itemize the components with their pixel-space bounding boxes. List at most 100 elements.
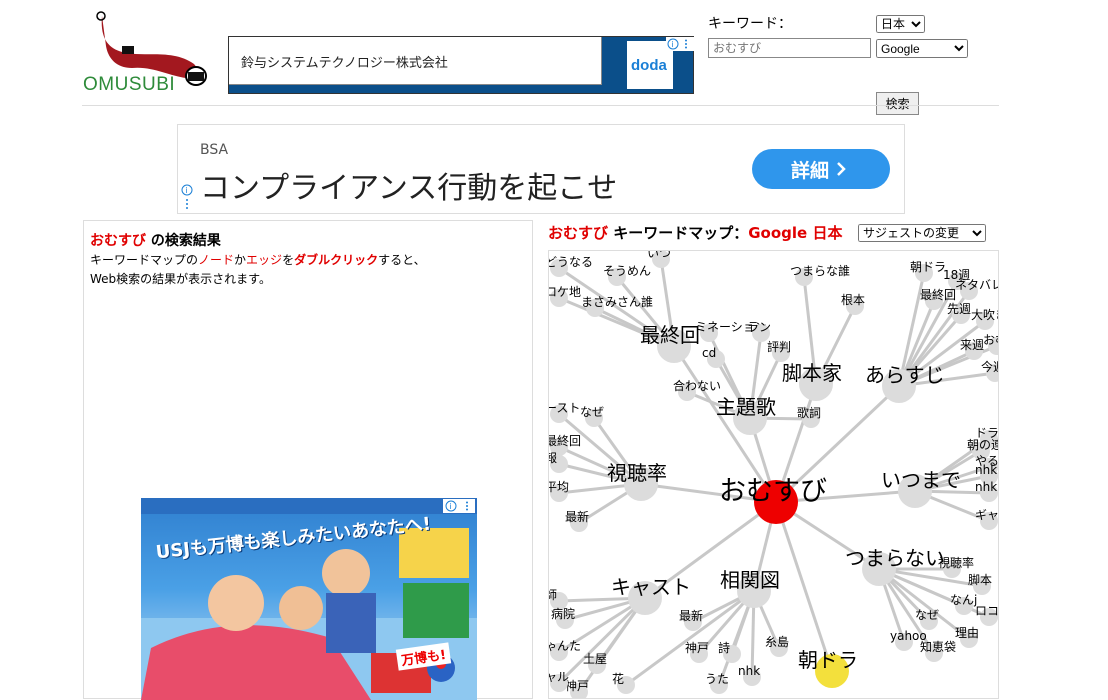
map-leaf-label[interactable]: ャル: [549, 670, 569, 684]
ad-headline[interactable]: コンプライアンス行動を起こせ: [200, 163, 617, 207]
header-divider: [82, 105, 999, 106]
map-leaf-label[interactable]: nhk: [738, 664, 760, 678]
results-keyword: おむすび: [90, 233, 146, 249]
ad-brand: BSA: [200, 142, 229, 158]
keyword-input[interactable]: [708, 38, 871, 58]
map-center-label[interactable]: おむすび: [719, 476, 827, 507]
map-leaf-label[interactable]: つまらな誰: [790, 263, 850, 278]
engine-select[interactable]: Google: [876, 39, 968, 58]
map-leaf-label[interactable]: そうめん: [603, 264, 651, 278]
logo-text[interactable]: OMUSUBI: [83, 74, 175, 96]
results-description: キーワードマップのノードかエッジをダブルクリックすると、 Web検索の結果が表示…: [90, 251, 426, 289]
map-leaf-label[interactable]: 脚本: [968, 572, 992, 587]
map-leaf-label[interactable]: 今週: [981, 359, 999, 374]
desc-line2: Web検索の結果が表示されます。: [90, 272, 271, 286]
ad-details-label: 詳細: [790, 159, 829, 182]
desc-edge: エッジ: [246, 253, 283, 267]
results-title: おむすび の検索結果: [90, 230, 221, 250]
map-leaf-label[interactable]: 理由: [955, 626, 979, 640]
map-leaf-label[interactable]: ネタバレ: [955, 278, 999, 292]
desc-text: キーワードマップの: [90, 253, 199, 267]
map-leaf-label[interactable]: うた: [705, 672, 729, 686]
map-leaf-label[interactable]: おむ: [983, 333, 999, 347]
desc-text: か: [234, 253, 247, 267]
map-node-label[interactable]: つまらない: [845, 546, 945, 570]
map-leaf-label[interactable]: 最新: [565, 509, 589, 524]
ad-info-icon[interactable]: i: [443, 499, 475, 513]
map-leaf-label[interactable]: 知恵袋: [920, 640, 956, 654]
desc-node: ノード: [198, 253, 235, 267]
desc-double-click: ダブルクリック: [294, 253, 379, 267]
map-engine-lang: Google 日本: [748, 224, 843, 242]
svg-text:i: i: [185, 186, 187, 195]
suggest-select[interactable]: サジェストの変更: [858, 224, 986, 242]
ad-details-button[interactable]: 詳細: [752, 149, 890, 189]
search-button[interactable]: 検索: [876, 92, 919, 115]
compliance-banner-ad[interactable]: BSA コンプライアンス行動を起こせ 詳細 i: [177, 124, 905, 214]
keyword-map-canvas[interactable]: どうなるいつそうめんロケ地まさみさん誰ミネーションcd合わない歌詞評判ランつまら…: [549, 251, 999, 699]
map-leaf-label[interactable]: 合わない: [673, 378, 721, 393]
map-leaf-label[interactable]: cd: [702, 346, 716, 360]
search-results-panel: おむすび の検索結果 キーワードマップのノードかエッジをダブルクリックすると、 …: [83, 220, 533, 700]
map-node-label[interactable]: 朝ドラ: [798, 648, 858, 672]
map-leaf-label[interactable]: いつ: [647, 251, 671, 260]
map-leaf-label[interactable]: 花: [612, 671, 624, 686]
map-leaf-label[interactable]: 根本: [841, 293, 865, 307]
map-leaf-label[interactable]: nhk: [975, 480, 997, 494]
map-leaf-label[interactable]: 最終回: [549, 433, 581, 448]
map-leaf-label[interactable]: 評判: [767, 339, 791, 354]
map-leaf-label[interactable]: 土屋: [583, 652, 607, 666]
keyword-map[interactable]: どうなるいつそうめんロケ地まさみさん誰ミネーションcd合わない歌詞評判ランつまら…: [548, 250, 999, 699]
svg-text:i: i: [449, 502, 451, 511]
map-leaf-label[interactable]: ースト: [549, 401, 580, 415]
map-node-label[interactable]: 最終回: [640, 323, 700, 347]
map-leaf-label[interactable]: 師: [549, 588, 557, 602]
map-leaf-label[interactable]: 詩: [718, 641, 730, 655]
map-keyword: おむすび: [548, 224, 609, 242]
top-ad-panel: 鈴与システムテクノロジー株式会社: [229, 37, 602, 85]
map-leaf-label[interactable]: どうなる: [549, 255, 593, 269]
map-leaf-label[interactable]: ロケ地: [549, 285, 581, 299]
map-leaf-label[interactable]: 最終回: [920, 287, 956, 302]
doda-brand: doda: [631, 57, 667, 74]
map-node-label[interactable]: 主題歌: [716, 395, 776, 419]
map-node-label[interactable]: 視聴率: [607, 461, 667, 485]
map-leaf-label[interactable]: 大吹き出し: [971, 308, 999, 322]
map-leaf-label[interactable]: まさみさん誰: [581, 294, 653, 309]
map-leaf-label[interactable]: 朝の連: [967, 438, 999, 452]
usj-banner-ad[interactable]: USJも万博も楽しみたいあなたへ! 万博も! i: [141, 498, 477, 700]
map-leaf-label[interactable]: ロコミ: [975, 604, 999, 618]
map-leaf-label[interactable]: 平均: [549, 480, 569, 494]
desc-text: を: [282, 253, 295, 267]
map-leaf-label[interactable]: 朝ドラ: [910, 260, 946, 274]
language-select[interactable]: 日本: [876, 15, 925, 33]
map-leaf-label[interactable]: ゃんた: [549, 639, 581, 653]
map-leaf-label[interactable]: 最新: [679, 608, 703, 623]
ad-info-icon[interactable]: i: [180, 183, 194, 213]
map-leaf-label[interactable]: 糸島: [765, 634, 789, 649]
map-leaf-label[interactable]: 神戸: [685, 641, 709, 655]
svg-text:i: i: [671, 40, 673, 49]
map-leaf-label[interactable]: ラン: [747, 320, 771, 334]
map-leaf-label[interactable]: なんj: [950, 593, 977, 607]
map-node-label[interactable]: 脚本家: [782, 361, 842, 385]
map-node-label[interactable]: 相関図: [720, 568, 780, 592]
map-leaf-label[interactable]: 来週: [960, 338, 984, 352]
map-leaf-label[interactable]: 病院: [551, 606, 575, 621]
keyword-map-header: おむすび キーワードマップ：Google 日本: [548, 222, 842, 243]
map-node-label[interactable]: いつまで: [881, 468, 961, 492]
map-leaf-label[interactable]: なぜ: [580, 405, 604, 419]
map-leaf-label[interactable]: 歌詞: [797, 405, 821, 420]
map-node-label[interactable]: あらすじ: [865, 363, 945, 387]
map-leaf-label[interactable]: なぜ: [915, 608, 939, 622]
top-banner-ad[interactable]: 鈴与システムテクノロジー株式会社 doda i: [228, 36, 694, 94]
keyword-label: キーワード：: [708, 16, 792, 32]
map-leaf-label[interactable]: 先週: [947, 302, 971, 316]
ad-info-icon[interactable]: i: [666, 37, 694, 51]
map-node-label[interactable]: キャスト: [611, 575, 691, 599]
map-leaf-label[interactable]: nhk: [975, 463, 997, 477]
map-leaf-label[interactable]: ギャル: [975, 508, 999, 522]
map-leaf-label[interactable]: 報: [549, 451, 557, 465]
chevron-right-icon: [837, 162, 846, 176]
desc-text: すると、: [378, 253, 426, 267]
